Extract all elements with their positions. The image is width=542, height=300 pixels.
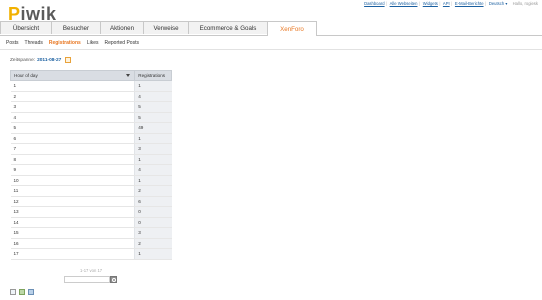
- link-widgets[interactable]: Widgets: [423, 1, 438, 6]
- table-view-icon[interactable]: [10, 289, 16, 295]
- cell-hour: 1: [10, 80, 135, 92]
- search-icon[interactable]: [110, 276, 117, 283]
- table-row[interactable]: 61: [10, 133, 172, 144]
- subtab-registrations[interactable]: Registrations: [49, 40, 81, 46]
- tab-xenforo[interactable]: XenForo: [267, 21, 317, 36]
- table-row[interactable]: 5 49: [10, 122, 172, 134]
- chart-view-icon[interactable]: [28, 289, 34, 295]
- column-header-registrations[interactable]: Registrations: [134, 70, 172, 81]
- cell-registrations: 1: [134, 154, 172, 165]
- table-row[interactable]: 13 0: [10, 206, 172, 218]
- cell-registrations: 4: [134, 91, 172, 102]
- subtab-likes[interactable]: Likes: [87, 40, 99, 46]
- table-row[interactable]: 15 3: [10, 227, 172, 239]
- cell-registrations: 5: [134, 112, 172, 123]
- link-dashboard[interactable]: Dashboard: [364, 1, 385, 6]
- column-header-hour[interactable]: Hour of day: [9, 70, 136, 81]
- cell-registrations: 3: [134, 143, 172, 155]
- cell-hour: 9: [10, 164, 135, 176]
- cell-registrations: 1: [134, 133, 172, 144]
- subtab-threads[interactable]: Threads: [25, 40, 43, 46]
- table-row[interactable]: 11: [10, 80, 172, 92]
- cell-hour: 8: [10, 154, 135, 165]
- table-row[interactable]: 10 1: [10, 175, 172, 186]
- cell-hour: 2: [10, 91, 135, 102]
- cell-hour: 12: [10, 196, 135, 207]
- table-row[interactable]: 12 6: [10, 196, 172, 207]
- tab-referrers[interactable]: Verweise: [143, 21, 189, 34]
- table-row[interactable]: 45: [10, 112, 172, 123]
- sub-tabs: Posts Threads Registrations Likes Report…: [6, 40, 145, 46]
- cell-registrations: 3: [134, 227, 172, 239]
- tab-actions[interactable]: Aktionen: [100, 21, 144, 34]
- table-row[interactable]: 11 2: [10, 185, 172, 197]
- table-row[interactable]: 73: [10, 143, 172, 155]
- cell-hour: 7: [10, 143, 135, 155]
- cell-registrations: 6: [134, 196, 172, 207]
- tab-ecommerce-goals[interactable]: Ecommerce & Goals: [188, 21, 268, 34]
- link-email-reports[interactable]: E-Mail-Berichte: [455, 1, 484, 6]
- link-api[interactable]: API: [443, 1, 450, 6]
- cell-registrations: 2: [134, 185, 172, 197]
- language-select[interactable]: Deutsch ▾: [489, 1, 508, 6]
- cell-registrations: 1: [134, 248, 172, 260]
- subtab-reported-posts[interactable]: Reported Posts: [105, 40, 139, 46]
- divider: [0, 49, 542, 50]
- link-all-websites[interactable]: Alle Webseiten: [390, 1, 418, 6]
- period-date[interactable]: 2011-08-27: [37, 58, 61, 63]
- cell-hour: 11: [10, 185, 135, 197]
- table-row[interactable]: 24: [10, 91, 172, 102]
- cell-hour: 5: [10, 122, 135, 134]
- tab-visitors[interactable]: Besucher: [51, 21, 101, 34]
- cell-registrations: 0: [134, 206, 172, 218]
- table-search-input[interactable]: [64, 276, 110, 283]
- main-tabs: Übersicht Besucher Aktionen Verweise Eco…: [0, 21, 542, 36]
- greeting: Hallo, rogiesk: [512, 1, 538, 6]
- table-row[interactable]: 81: [10, 154, 172, 165]
- table-row[interactable]: 16 2: [10, 238, 172, 249]
- cell-hour: 13: [10, 206, 135, 218]
- cell-hour: 6: [10, 133, 135, 144]
- pagination-info: 1-17 von 17: [80, 268, 103, 273]
- table-row[interactable]: 94: [10, 164, 172, 176]
- cell-registrations: 1: [134, 175, 172, 186]
- table-row[interactable]: 14 0: [10, 217, 172, 228]
- top-links: Dashboard | Alle Webseiten | Widgets | API |…: [364, 1, 538, 6]
- registrations-table: Hour of day Registrations 1 1 2 4 3 5 4 5 5 49 6 1 7…: [9, 70, 172, 260]
- cell-hour: 3: [10, 101, 135, 113]
- period-label: Zeitspanne:: [10, 57, 36, 63]
- cell-hour: 14: [10, 217, 135, 228]
- cell-registrations: 1: [134, 80, 172, 92]
- cell-hour: 16: [10, 238, 135, 249]
- export-icon[interactable]: [19, 289, 25, 295]
- cell-hour: 17: [10, 248, 135, 260]
- cell-registrations: 0: [134, 217, 172, 228]
- cell-registrations: 5: [134, 101, 172, 113]
- tab-overview[interactable]: Übersicht: [0, 21, 52, 34]
- table-row[interactable]: 17 1: [10, 248, 172, 260]
- cell-registrations: 2: [134, 238, 172, 249]
- subtab-posts[interactable]: Posts: [6, 40, 19, 46]
- cell-hour: 15: [10, 227, 135, 239]
- footer-icons: [10, 289, 34, 295]
- calendar-icon[interactable]: [65, 57, 72, 63]
- cell-hour: 10: [10, 175, 135, 186]
- table-row[interactable]: 35: [10, 101, 172, 113]
- period-selector[interactable]: Zeitspanne: 2011-08-27: [10, 57, 72, 63]
- cell-registrations: 4: [134, 164, 172, 176]
- sort-desc-icon: [126, 74, 131, 77]
- cell-registrations: 49: [134, 122, 172, 134]
- cell-hour: 4: [10, 112, 135, 123]
